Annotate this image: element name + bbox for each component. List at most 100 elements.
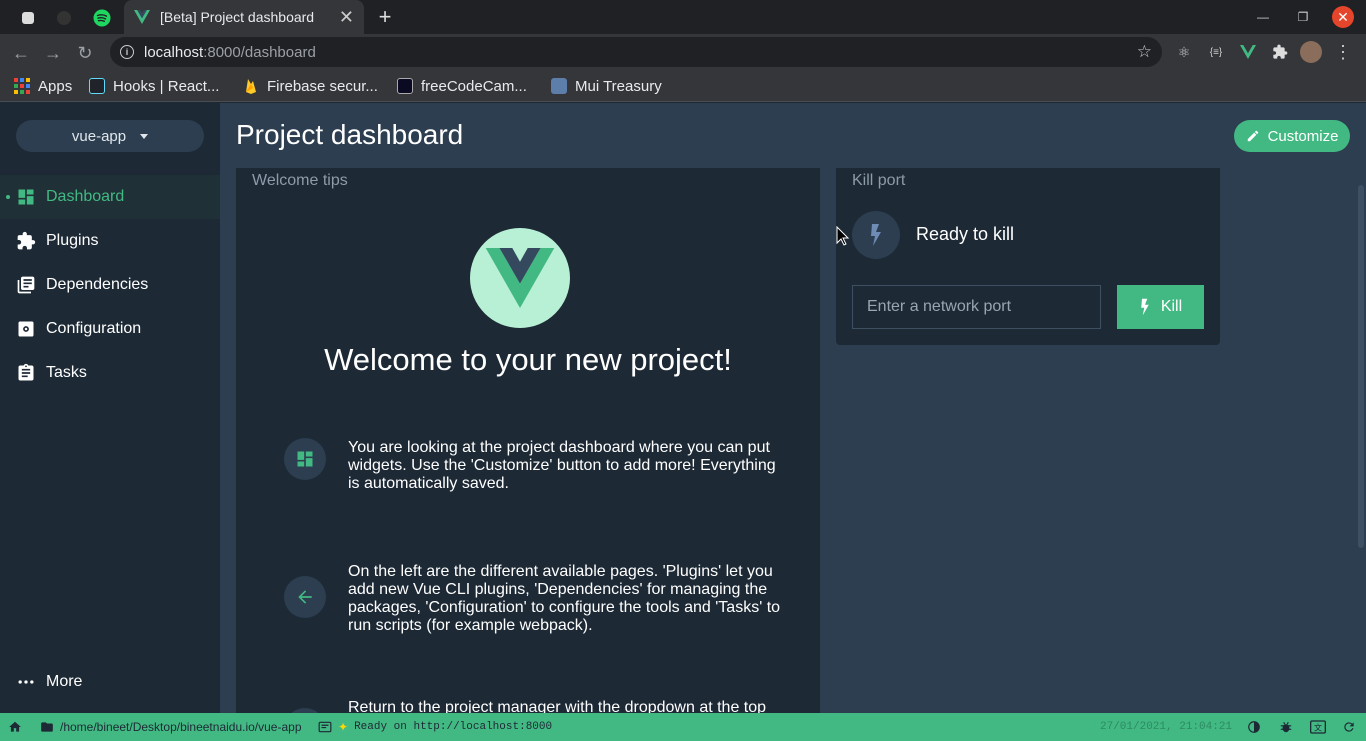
new-tab-button[interactable]: + (372, 4, 398, 30)
info-icon[interactable]: i (120, 45, 134, 59)
arrow-left-icon (284, 576, 326, 618)
more-horizontal-icon (16, 672, 36, 692)
reload-button[interactable]: ↻ (74, 42, 96, 64)
sidebar-item-plugins[interactable]: Plugins (0, 219, 220, 263)
bookmark-label: freeCodeCam... (421, 77, 527, 95)
library-icon (16, 275, 36, 295)
tip-item: You are looking at the project dashboard… (284, 438, 784, 493)
sidebar-item-label: Dashboard (46, 188, 125, 205)
react-bookmark-icon (89, 78, 105, 94)
project-name: vue-app (71, 127, 127, 145)
flash-icon (852, 211, 900, 259)
sidebar-item-dashboard[interactable]: Dashboard (0, 175, 220, 219)
vue-devtools-extension-icon[interactable] (1238, 42, 1258, 62)
folder-icon (41, 722, 53, 732)
bookmark-label: Apps (38, 77, 73, 95)
minimize-window-button[interactable]: — (1252, 6, 1274, 28)
sidebar: vue-app Dashboard Plugins Dependencies C… (0, 103, 220, 713)
sidebar-item-configuration[interactable]: Configuration (0, 307, 220, 351)
page-title: Project dashboard (236, 119, 464, 150)
pinned-tab[interactable] (46, 5, 82, 30)
sparkle-icon: ✦ (338, 720, 349, 734)
network-port-input[interactable] (852, 285, 1101, 329)
bookmark-firebase[interactable]: Firebase secur... (243, 76, 378, 96)
refresh-button[interactable] (1342, 713, 1356, 741)
pencil-icon (1247, 130, 1258, 142)
url-text: localhost:8000/dashboard (144, 43, 316, 61)
tip-text: You are looking at the project dashboard… (348, 439, 776, 492)
extensions-puzzle-icon[interactable] (1270, 42, 1290, 62)
kill-button[interactable]: Kill (1117, 285, 1204, 329)
close-window-button[interactable]: ✕ (1332, 6, 1354, 28)
bookmark-apps[interactable]: Apps (14, 76, 72, 96)
report-bug-button[interactable] (1279, 713, 1293, 741)
translate-icon: 文 (1310, 720, 1326, 734)
caret-down-icon (140, 133, 149, 139)
mouse-cursor-icon (836, 226, 850, 246)
project-path-button[interactable]: /home/bineet/Desktop/bineetnaidu.io/vue-… (40, 713, 302, 741)
sidebar-item-dependencies[interactable]: Dependencies (0, 263, 220, 307)
welcome-heading: Welcome to your new project! (324, 342, 732, 377)
tip-text: Return to the project manager with the d… (348, 699, 767, 713)
log-message: Ready on http://localhost:8000 (354, 721, 553, 733)
freecodecamp-bookmark-icon (397, 78, 413, 94)
vue-logo (470, 228, 570, 328)
restore-window-button[interactable]: ❐ (1292, 6, 1314, 28)
browser-tab-strip: [Beta] Project dashboard ✕ + — ❐ ✕ (0, 0, 1366, 34)
bookmark-hooks-react[interactable]: Hooks | React... (89, 76, 219, 96)
flash-icon (1141, 298, 1149, 316)
bookmark-star-icon[interactable]: ☆ (1137, 42, 1152, 62)
dashboard-icon (16, 187, 36, 207)
home-button[interactable] (8, 713, 22, 741)
apps-grid-icon (14, 78, 30, 94)
console-log-button[interactable]: ✦ Ready on http://localhost:8000 (318, 713, 552, 741)
bookmark-label: Mui Treasury (575, 77, 662, 95)
mui-treasury-bookmark-icon (551, 78, 567, 94)
kill-port-widget: Kill port Ready to kill Kill (836, 168, 1220, 345)
settings-icon (16, 319, 36, 339)
react-devtools-extension-icon[interactable]: ⚛ (1174, 42, 1194, 62)
firebase-bookmark-icon (246, 79, 256, 94)
pinned-tab[interactable] (10, 5, 46, 30)
vue-favicon-icon (134, 10, 150, 24)
bug-icon (1280, 722, 1292, 733)
tip-text: On the left are the different available … (348, 563, 781, 634)
kill-status-text: Ready to kill (916, 224, 1015, 244)
active-browser-tab[interactable]: [Beta] Project dashboard ✕ (124, 0, 364, 34)
json-extension-icon[interactable]: {≡} (1206, 42, 1226, 62)
main-scrollbar[interactable] (1358, 185, 1364, 548)
forward-button[interactable]: → (42, 42, 64, 64)
welcome-tips-widget: Welcome tips Welcome to your new project… (236, 168, 820, 713)
browser-toolbar: ← → ↻ i localhost:8000/dashboard ☆ (0, 34, 1366, 70)
dark-mode-toggle[interactable] (1247, 713, 1261, 741)
sidebar-item-label: Configuration (46, 320, 142, 337)
status-bar: /home/bineet/Desktop/bineetnaidu.io/vue-… (0, 713, 1366, 741)
sidebar-item-tasks[interactable]: Tasks (0, 351, 220, 395)
close-tab-icon[interactable]: ✕ (339, 8, 354, 26)
sidebar-more-button[interactable]: More (0, 660, 220, 704)
dashboard-icon (284, 438, 326, 480)
sidebar-item-label: Dependencies (46, 276, 149, 293)
github-tab-icon (57, 10, 71, 25)
kill-label: Kill (1160, 298, 1183, 315)
browser-menu-icon[interactable]: ⋮ (1333, 42, 1353, 62)
customize-label: Customize (1267, 127, 1339, 145)
bookmark-mui-treasury[interactable]: Mui Treasury (551, 76, 662, 96)
tip-item: Return to the project manager with the d… (284, 698, 784, 713)
widget-title: Kill port (852, 172, 906, 189)
active-indicator (6, 195, 10, 199)
terminal-icon (318, 721, 332, 733)
svg-text:文: 文 (1314, 722, 1322, 732)
profile-avatar[interactable] (1300, 41, 1322, 63)
translate-button[interactable]: 文 (1310, 713, 1326, 741)
spotify-tab-icon (93, 9, 111, 26)
address-bar[interactable]: i localhost:8000/dashboard ☆ (110, 37, 1162, 67)
bookmark-freecodecamp[interactable]: freeCodeCam... (397, 76, 527, 96)
back-button[interactable]: ← (10, 42, 32, 64)
pinned-tab[interactable] (84, 5, 120, 30)
sidebar-item-label: More (46, 673, 83, 690)
home-icon (9, 721, 21, 732)
bookmark-label: Firebase secur... (267, 77, 378, 95)
project-select-dropdown[interactable]: vue-app (16, 120, 204, 152)
customize-button[interactable]: Customize (1234, 120, 1350, 152)
